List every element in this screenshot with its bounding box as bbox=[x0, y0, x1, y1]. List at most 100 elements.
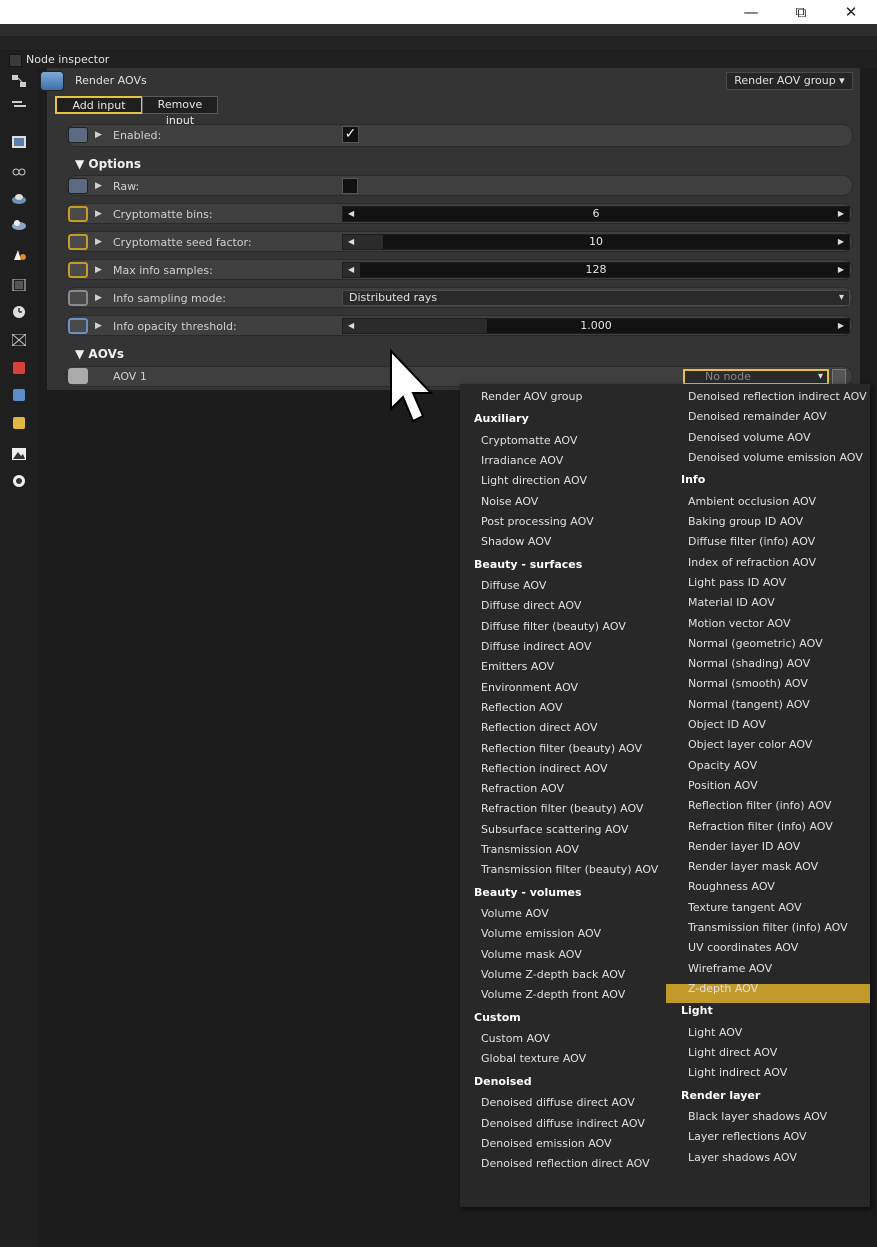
aovs-section-header[interactable]: ▼ AOVs bbox=[75, 347, 124, 361]
menu-item[interactable]: Reflection filter (info) AOV bbox=[688, 799, 831, 812]
render-target-icon[interactable] bbox=[11, 333, 27, 347]
menu-item[interactable]: Volume mask AOV bbox=[481, 948, 582, 961]
menu-item[interactable]: Environment AOV bbox=[481, 681, 578, 694]
menu-item[interactable]: Index of refraction AOV bbox=[688, 556, 816, 569]
menu-item[interactable]: Object layer color AOV bbox=[688, 738, 812, 751]
menu-item[interactable]: Shadow AOV bbox=[481, 535, 551, 548]
menu-item[interactable]: Light indirect AOV bbox=[688, 1066, 787, 1079]
menu-item[interactable]: Layer shadows AOV bbox=[688, 1151, 797, 1164]
clock-icon[interactable] bbox=[11, 305, 27, 319]
light-icon[interactable] bbox=[11, 474, 27, 488]
menu-item[interactable]: Transmission filter (beauty) AOV bbox=[481, 863, 658, 876]
int-pin-icon[interactable] bbox=[68, 206, 88, 222]
menu-item[interactable]: Reflection direct AOV bbox=[481, 721, 598, 734]
menu-item[interactable]: Refraction filter (info) AOV bbox=[688, 820, 833, 833]
material-icon[interactable] bbox=[11, 248, 27, 262]
mesh-icon[interactable] bbox=[11, 192, 27, 206]
menu-item[interactable]: Denoised diffuse direct AOV bbox=[481, 1096, 635, 1109]
menu-item[interactable]: Ambient occlusion AOV bbox=[688, 495, 816, 508]
info-sampling-mode-expand-icon[interactable]: ▶ bbox=[95, 293, 102, 303]
menu-item[interactable]: Volume Z-depth back AOV bbox=[481, 968, 625, 981]
menu-item[interactable]: Global texture AOV bbox=[481, 1052, 586, 1065]
menu-item[interactable]: Roughness AOV bbox=[688, 880, 775, 893]
menu-item[interactable]: Denoised emission AOV bbox=[481, 1137, 612, 1150]
menu-item[interactable]: Emitters AOV bbox=[481, 660, 554, 673]
menu-item[interactable]: Denoised diffuse indirect AOV bbox=[481, 1117, 645, 1130]
close-icon[interactable]: ✕ bbox=[831, 0, 871, 24]
options-section-header[interactable]: ▼ Options bbox=[75, 157, 141, 171]
cryptomatte-bins-slider[interactable]: ◀ 6 ▶ bbox=[342, 206, 850, 222]
menu-item[interactable]: Texture tangent AOV bbox=[688, 901, 802, 914]
menu-item[interactable]: Motion vector AOV bbox=[688, 617, 791, 630]
float-pin-icon[interactable] bbox=[68, 318, 88, 334]
menu-item[interactable]: Volume emission AOV bbox=[481, 927, 601, 940]
menu-item[interactable]: Wireframe AOV bbox=[688, 962, 772, 975]
add-input-button[interactable]: Add input bbox=[55, 96, 143, 114]
bool-pin-icon[interactable] bbox=[68, 127, 88, 143]
menu-item[interactable]: Render layer mask AOV bbox=[688, 860, 818, 873]
menu-item[interactable]: UV coordinates AOV bbox=[688, 941, 798, 954]
panel-toggle-checkbox[interactable] bbox=[9, 54, 22, 67]
menu-item[interactable]: Denoised reflection indirect AOV bbox=[688, 390, 867, 403]
menu-item[interactable]: Light direct AOV bbox=[688, 1046, 777, 1059]
menu-item[interactable]: Volume Z-depth front AOV bbox=[481, 988, 625, 1001]
menu-item[interactable]: Refraction AOV bbox=[481, 782, 564, 795]
info-opacity-threshold-expand-icon[interactable]: ▶ bbox=[95, 321, 102, 331]
cryptomatte-seed-expand-icon[interactable]: ▶ bbox=[95, 237, 102, 247]
minimize-icon[interactable]: — bbox=[731, 0, 771, 24]
camera-icon[interactable] bbox=[11, 165, 27, 179]
menu-item[interactable]: Layer reflections AOV bbox=[688, 1130, 807, 1143]
menu-item[interactable]: Position AOV bbox=[688, 779, 758, 792]
aov1-add-node-button[interactable] bbox=[832, 369, 846, 385]
aov-pin-icon[interactable] bbox=[68, 368, 88, 384]
yellow-cube-icon[interactable] bbox=[11, 416, 27, 430]
menu-item[interactable]: Refraction filter (beauty) AOV bbox=[481, 802, 643, 815]
menu-item[interactable]: Render layer ID AOV bbox=[688, 840, 800, 853]
bool-pin-icon[interactable] bbox=[68, 178, 88, 194]
menu-item[interactable]: Cryptomatte AOV bbox=[481, 434, 577, 447]
info-sampling-mode-select[interactable]: Distributed rays ▾ bbox=[342, 290, 850, 306]
increment-icon[interactable]: ▶ bbox=[838, 319, 844, 333]
menu-item[interactable]: Light pass ID AOV bbox=[688, 576, 786, 589]
geometry-icon[interactable] bbox=[11, 218, 27, 232]
menu-item[interactable]: Denoised volume emission AOV bbox=[688, 451, 863, 464]
menu-item[interactable]: Reflection indirect AOV bbox=[481, 762, 608, 775]
menu-item[interactable]: Light AOV bbox=[688, 1026, 742, 1039]
increment-icon[interactable]: ▶ bbox=[838, 207, 844, 221]
menu-item[interactable]: Post processing AOV bbox=[481, 515, 594, 528]
menu-item[interactable]: Opacity AOV bbox=[688, 759, 757, 772]
int-pin-icon[interactable] bbox=[68, 234, 88, 250]
info-opacity-threshold-slider[interactable]: ◀ 1.000 ▶ bbox=[342, 318, 850, 334]
cryptomatte-bins-expand-icon[interactable]: ▶ bbox=[95, 209, 102, 219]
aov1-node-select[interactable]: No node ▾ bbox=[683, 369, 829, 385]
cryptomatte-seed-slider[interactable]: ◀ 10 ▶ bbox=[342, 234, 850, 250]
menu-item[interactable]: Transmission filter (info) AOV bbox=[688, 921, 848, 934]
landscape-icon[interactable] bbox=[11, 447, 27, 461]
restore-icon[interactable]: ⧉ bbox=[781, 0, 821, 24]
node-graph-icon[interactable] bbox=[11, 74, 27, 88]
raw-expand-icon[interactable]: ▶ bbox=[95, 181, 102, 191]
blue-cube-icon[interactable] bbox=[11, 388, 27, 402]
menu-item[interactable]: Subsurface scattering AOV bbox=[481, 823, 628, 836]
menu-item[interactable]: Diffuse filter (info) AOV bbox=[688, 535, 815, 548]
menu-item[interactable]: Irradiance AOV bbox=[481, 454, 563, 467]
texture-icon[interactable] bbox=[11, 278, 27, 292]
menu-item[interactable]: Diffuse filter (beauty) AOV bbox=[481, 620, 626, 633]
max-info-samples-slider[interactable]: ◀ 128 ▶ bbox=[342, 262, 850, 278]
menu-item[interactable]: Custom AOV bbox=[481, 1032, 550, 1045]
menu-item[interactable]: Material ID AOV bbox=[688, 596, 775, 609]
remove-input-button[interactable]: Remove input bbox=[142, 96, 218, 127]
menu-item[interactable]: Normal (tangent) AOV bbox=[688, 698, 810, 711]
int-pin-icon[interactable] bbox=[68, 262, 88, 278]
menu-item[interactable]: Object ID AOV bbox=[688, 718, 766, 731]
increment-icon[interactable]: ▶ bbox=[838, 263, 844, 277]
increment-icon[interactable]: ▶ bbox=[838, 235, 844, 249]
menu-item[interactable]: Z-depth AOV bbox=[688, 982, 758, 995]
node-list-icon[interactable] bbox=[11, 98, 27, 112]
max-info-samples-expand-icon[interactable]: ▶ bbox=[95, 265, 102, 275]
menu-item[interactable]: Transmission AOV bbox=[481, 843, 579, 856]
menu-item[interactable]: Denoised reflection direct AOV bbox=[481, 1157, 650, 1170]
menu-item[interactable]: Denoised remainder AOV bbox=[688, 410, 827, 423]
node-type-select[interactable]: Render AOV group ▾ bbox=[726, 72, 853, 90]
image-icon[interactable] bbox=[11, 135, 27, 149]
